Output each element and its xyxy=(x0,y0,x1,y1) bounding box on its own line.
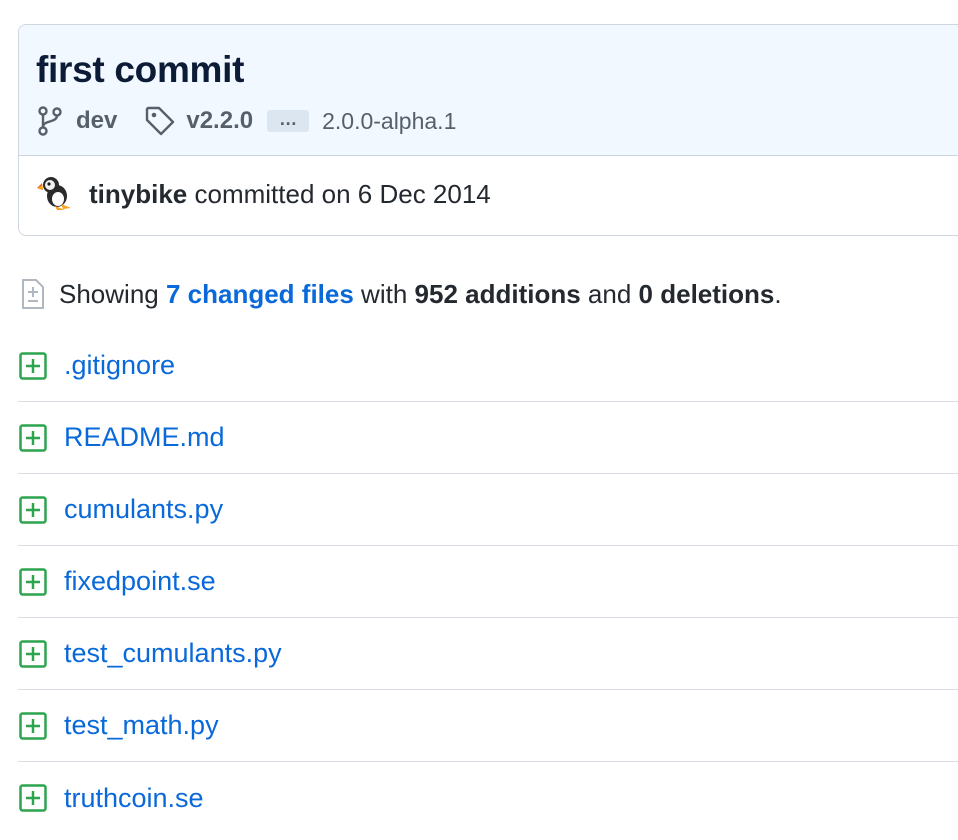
commit-meta-text: tinybike committed on 6 Dec 2014 xyxy=(89,178,491,210)
summary-suffix: . xyxy=(774,278,782,309)
file-link[interactable]: .gitignore xyxy=(64,350,175,381)
file-link[interactable]: README.md xyxy=(64,422,225,453)
diff-added-icon xyxy=(19,351,47,380)
file-link[interactable]: fixedpoint.se xyxy=(64,566,216,597)
commit-meta: tinybike committed on 6 Dec 2014 xyxy=(19,156,958,235)
changed-files-link[interactable]: 7 changed files xyxy=(166,279,354,310)
commit-header: first commit dev v2.2.0 … 2.0.0-alpha.1 xyxy=(19,25,958,156)
puffin-avatar-icon xyxy=(37,177,71,210)
file-item[interactable]: truthcoin.se xyxy=(18,762,958,834)
file-link[interactable]: test_math.py xyxy=(64,710,219,741)
summary-with: with xyxy=(361,278,408,309)
file-item[interactable]: README.md xyxy=(18,402,958,474)
additions-count: 952 additions xyxy=(414,278,581,309)
file-link[interactable]: test_cumulants.py xyxy=(64,638,282,669)
file-diff-icon xyxy=(20,278,46,310)
diff-added-icon xyxy=(19,423,47,452)
deletions-count: 0 deletions xyxy=(638,278,775,309)
diff-added-icon xyxy=(19,639,47,668)
file-item[interactable]: test_math.py xyxy=(18,690,958,762)
diff-added-icon xyxy=(19,711,47,740)
commit-box: first commit dev v2.2.0 … 2.0.0-alpha.1 … xyxy=(18,24,958,236)
summary-and: and xyxy=(587,278,632,309)
diff-added-icon xyxy=(19,784,47,812)
diff-added-icon xyxy=(19,567,47,596)
tag-name[interactable]: v2.2.0 xyxy=(186,107,253,135)
file-item[interactable]: .gitignore xyxy=(18,330,958,402)
branch-name[interactable]: dev xyxy=(76,107,117,135)
avatar[interactable] xyxy=(37,174,75,210)
tag-icon xyxy=(144,105,176,137)
committed-date: committed on 6 Dec 2014 xyxy=(194,179,491,209)
changed-files-list: .gitignore README.md cumulants.py fixedp… xyxy=(18,330,958,834)
author-name[interactable]: tinybike xyxy=(89,179,187,209)
file-item[interactable]: cumulants.py xyxy=(18,474,958,546)
git-branch-icon xyxy=(37,106,63,136)
file-link[interactable]: truthcoin.se xyxy=(64,783,204,814)
commit-refs: dev v2.2.0 … 2.0.0-alpha.1 xyxy=(37,103,456,139)
commit-title: first commit xyxy=(36,49,245,90)
diff-added-icon xyxy=(19,495,47,524)
file-item[interactable]: fixedpoint.se xyxy=(18,546,958,618)
extra-tag-name[interactable]: 2.0.0-alpha.1 xyxy=(322,108,456,135)
file-link[interactable]: cumulants.py xyxy=(64,494,223,525)
diff-summary: Showing 7 changed files with 952 additio… xyxy=(20,274,782,314)
more-refs-button[interactable]: … xyxy=(267,110,310,132)
summary-prefix: Showing xyxy=(59,278,159,309)
file-item[interactable]: test_cumulants.py xyxy=(18,618,958,690)
